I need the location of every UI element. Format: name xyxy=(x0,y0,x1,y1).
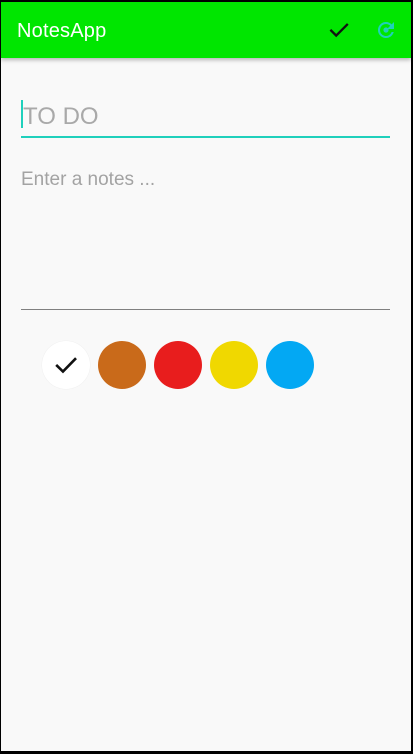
refresh-button[interactable] xyxy=(374,18,398,42)
title-placeholder: TO DO xyxy=(23,103,99,130)
notes-placeholder: Enter a notes ... xyxy=(21,169,156,190)
save-button[interactable] xyxy=(327,18,351,42)
refresh-icon xyxy=(377,21,394,38)
title-input[interactable]: TO DO xyxy=(21,94,390,138)
color-swatch-brown[interactable] xyxy=(98,341,146,389)
color-swatch-blue[interactable] xyxy=(266,341,314,389)
app-bar: NotesApp xyxy=(1,2,411,58)
check-icon xyxy=(329,23,349,38)
color-swatch-yellow[interactable] xyxy=(210,341,258,389)
color-swatch-red[interactable] xyxy=(154,341,202,389)
check-icon xyxy=(55,357,77,374)
notes-input[interactable]: Enter a notes ... xyxy=(21,162,390,310)
app-title: NotesApp xyxy=(17,20,107,42)
color-swatch-white[interactable] xyxy=(42,341,90,389)
note-editor-screen: NotesApp TO DO Enter a notes ... xyxy=(1,2,411,751)
